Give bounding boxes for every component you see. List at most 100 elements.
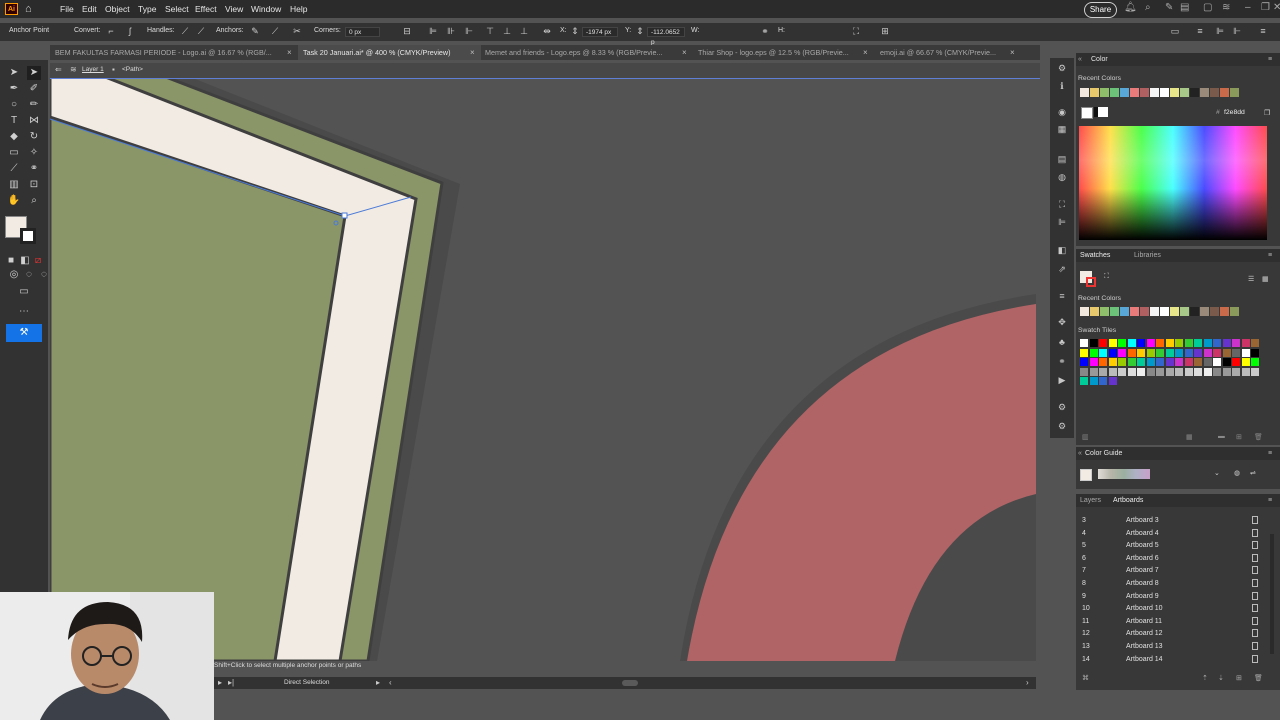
tab-close-icon[interactable]: × [1010, 45, 1015, 60]
breadcrumb-layer[interactable]: Layer 1 [82, 66, 104, 73]
recent-color-swatch[interactable] [1150, 88, 1159, 97]
tab-libraries[interactable]: Libraries [1134, 249, 1161, 262]
swatch-tile[interactable] [1222, 348, 1231, 357]
swatch-tile[interactable] [1213, 339, 1221, 347]
swatch-tile[interactable] [1099, 348, 1107, 357]
new-group-icon[interactable]: ▦ [1186, 433, 1192, 441]
harmony-dropdown-icon[interactable]: ⌄ [1214, 469, 1220, 477]
actions-icon[interactable]: ▶ [1056, 374, 1068, 386]
swatch-tile[interactable] [1137, 339, 1145, 347]
recent-color-swatch[interactable] [1220, 88, 1229, 97]
show-handles-icon[interactable]: ⟋ [180, 26, 190, 36]
share-button[interactable]: Share [1084, 2, 1117, 18]
artboard-options-icon[interactable] [1252, 553, 1258, 562]
swatch-tile[interactable] [1241, 358, 1250, 366]
recent-color-swatch[interactable] [1230, 88, 1239, 97]
swatch-tile[interactable] [1146, 348, 1155, 357]
artboard-name[interactable]: Artboard 11 [1126, 618, 1162, 625]
swatch-tile[interactable] [1194, 367, 1202, 376]
align-right-icon[interactable]: ⊩ [464, 26, 474, 36]
appearance-icon[interactable]: ◍ [1056, 171, 1068, 183]
next-artboard-icon[interactable]: ▸| [228, 678, 234, 687]
artboard-row[interactable]: 12 Artboard 12 [1076, 628, 1266, 641]
swatch-tile[interactable] [1251, 348, 1259, 357]
recent-color-swatch[interactable] [1200, 307, 1209, 316]
artboard-row[interactable]: 13 Artboard 13 [1076, 641, 1266, 654]
artboard-name[interactable]: Artboard 8 [1126, 580, 1159, 587]
screen-mode-icon[interactable]: ▭ [17, 285, 31, 299]
css-icon[interactable]: ⚙ [1056, 420, 1068, 432]
info-icon[interactable]: ℹ [1056, 80, 1068, 92]
swatch-tile[interactable] [1127, 367, 1136, 376]
tab-close-icon[interactable]: × [682, 45, 687, 60]
recent-color-swatch[interactable] [1190, 88, 1199, 97]
swatch-tile[interactable] [1137, 358, 1145, 366]
artboard-row[interactable]: 7 Artboard 7 [1076, 565, 1266, 578]
pen-tool-icon[interactable]: ✎ [1165, 2, 1173, 13]
align-left-icon[interactable]: ⊫ [428, 26, 438, 36]
draw-inside-icon[interactable]: ◌ [37, 268, 51, 282]
properties-icon[interactable]: ⚙ [1056, 62, 1068, 74]
color-mode-icon[interactable]: ■ [4, 254, 18, 268]
x-stepper-icon[interactable]: ⇕ [570, 26, 580, 36]
swatch-tile[interactable] [1251, 367, 1259, 376]
brushes-icon[interactable]: ✥ [1056, 316, 1068, 328]
swatch-tile[interactable] [1080, 348, 1088, 357]
swatch-tile[interactable] [1251, 339, 1259, 347]
swatch-tile[interactable] [1099, 377, 1107, 385]
minimize-icon[interactable]: – [1245, 2, 1251, 13]
swatch-tile[interactable] [1222, 358, 1231, 366]
delete-swatch-icon[interactable]: 🗑︎ [1254, 433, 1263, 441]
swatch-tile[interactable] [1108, 358, 1117, 366]
graph-tool-icon[interactable]: ▥ [7, 178, 21, 192]
swatch-tile[interactable] [1089, 377, 1098, 385]
artboard-options-icon[interactable] [1252, 579, 1258, 587]
artboard-options-icon[interactable] [1252, 616, 1258, 625]
tab-memet-and-friends[interactable]: Memet and friends - Logo.eps @ 8.33 % (R… [485, 45, 681, 60]
swatch-tile[interactable] [1194, 339, 1202, 347]
swatch-tile[interactable] [1156, 367, 1164, 376]
asset-export-icon[interactable]: ⚙ [1056, 401, 1068, 413]
artboard-name[interactable]: Artboard 12 [1126, 630, 1163, 637]
artwork-svg[interactable] [50, 79, 1036, 661]
swatch-tile[interactable] [1194, 348, 1202, 357]
menu-edit[interactable]: Edit [82, 4, 97, 14]
arrange-icon[interactable]: ▭ [1170, 26, 1180, 36]
recent-color-swatch[interactable] [1090, 88, 1099, 97]
swatch-tile[interactable] [1232, 367, 1240, 376]
recent-color-swatch[interactable] [1140, 307, 1149, 316]
remove-anchor-icon[interactable]: ✎ [250, 26, 260, 36]
draw-behind-icon[interactable]: ◌ [22, 268, 36, 282]
artboard-options-icon[interactable] [1252, 629, 1258, 638]
transform-icon[interactable]: ⊟ [402, 26, 412, 36]
recent-color-swatch[interactable] [1120, 88, 1129, 97]
swatch-tile[interactable] [1118, 367, 1126, 376]
home-icon[interactable]: ⌂ [25, 3, 39, 15]
align-middle-icon[interactable]: ⊥ [502, 26, 512, 36]
recent-color-swatch[interactable] [1190, 307, 1199, 316]
selection-tool-icon[interactable]: ➤ [7, 66, 21, 80]
artboard-options-icon[interactable] [1252, 541, 1258, 550]
recent-color-swatch[interactable] [1160, 88, 1169, 97]
recent-color-swatch[interactable] [1110, 88, 1119, 97]
prev-artboard-icon[interactable]: ▸ [218, 678, 222, 687]
arrange-documents-icon[interactable]: ▤ [1180, 2, 1189, 13]
stroke-preview[interactable] [1086, 277, 1096, 287]
artboard-name[interactable]: Artboard 3 [1126, 517, 1159, 524]
quick-action-button[interactable]: ⚒ [6, 324, 42, 342]
pencil-tool-icon[interactable]: ✏ [27, 98, 41, 112]
layers-panel-icon[interactable]: ◧ [1056, 244, 1068, 256]
swatch-tile[interactable] [1165, 358, 1174, 366]
base-color-swatch[interactable] [1080, 469, 1092, 481]
constrain-proportions-icon[interactable]: ⚭ [760, 26, 770, 36]
swatch-tile[interactable] [1118, 348, 1126, 357]
tab-close-icon[interactable]: × [470, 45, 475, 60]
align-panel-icon[interactable]: ⊫ [1215, 26, 1225, 36]
swatch-tile[interactable] [1241, 367, 1250, 376]
swatch-tile[interactable] [1099, 367, 1107, 376]
status-arrow-icon[interactable]: ▸ [376, 678, 380, 687]
artboard-options-icon[interactable] [1252, 642, 1258, 650]
color-spectrum[interactable] [1079, 126, 1267, 240]
x-field[interactable]: -1974 px [582, 27, 618, 37]
swatch-tile[interactable] [1146, 358, 1155, 366]
